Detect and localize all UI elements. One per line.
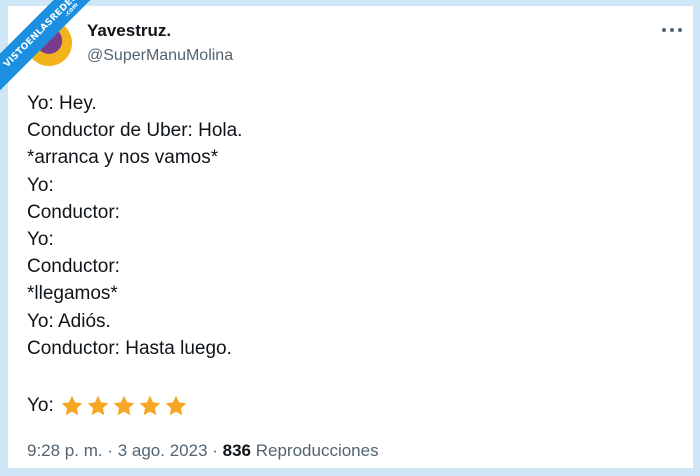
- page-background: Yavestruz. @SuperManuMolina Yo: Hey. Con…: [0, 0, 700, 476]
- more-options-button[interactable]: [660, 18, 684, 42]
- tweet-meta: 9:28 p. m. · 3 ago. 2023 · 836 Reproducc…: [27, 441, 379, 461]
- tweet-line: Yo: Hey.: [27, 93, 97, 114]
- tweet-line: *llegamos*: [27, 283, 118, 305]
- star-icon: [61, 395, 83, 416]
- tweet-date[interactable]: 3 ago. 2023: [118, 441, 208, 460]
- tweet-line: *arranca y nos vamos*: [27, 147, 219, 169]
- tweet-line: Yo: Adiós.: [27, 310, 111, 332]
- star-icon: [87, 395, 109, 416]
- more-horizontal-icon: [662, 28, 666, 32]
- tweet-card: Yavestruz. @SuperManuMolina Yo: Hey. Con…: [8, 6, 693, 468]
- meta-separator: ·: [207, 441, 223, 460]
- star-icon: [113, 395, 135, 416]
- views-label[interactable]: Reproducciones: [251, 441, 379, 460]
- tweet-line: Yo:: [27, 228, 54, 250]
- tweet-line: Yo:: [27, 174, 54, 196]
- star-icon: [165, 395, 187, 416]
- star-rating: [60, 394, 188, 418]
- tweet-line: Conductor:: [27, 256, 120, 278]
- tweet-line: Conductor de Uber: Hola.: [27, 120, 243, 142]
- views-count[interactable]: 836: [223, 441, 251, 460]
- meta-separator: ·: [102, 441, 118, 460]
- rating-line: Yo:: [27, 394, 188, 418]
- tweet-text: Yo: Hey. Conductor de Uber: Hola. *arran…: [27, 90, 242, 362]
- display-name[interactable]: Yavestruz.: [87, 21, 171, 41]
- user-handle[interactable]: @SuperManuMolina: [87, 47, 233, 65]
- more-horizontal-icon: [670, 28, 674, 32]
- star-icon: [139, 395, 161, 416]
- tweet-time[interactable]: 9:28 p. m.: [27, 441, 103, 460]
- tweet-line: Conductor:: [27, 201, 120, 223]
- rating-label: Yo:: [27, 395, 54, 416]
- tweet-line: Conductor: Hasta luego.: [27, 337, 232, 359]
- more-horizontal-icon: [678, 28, 682, 32]
